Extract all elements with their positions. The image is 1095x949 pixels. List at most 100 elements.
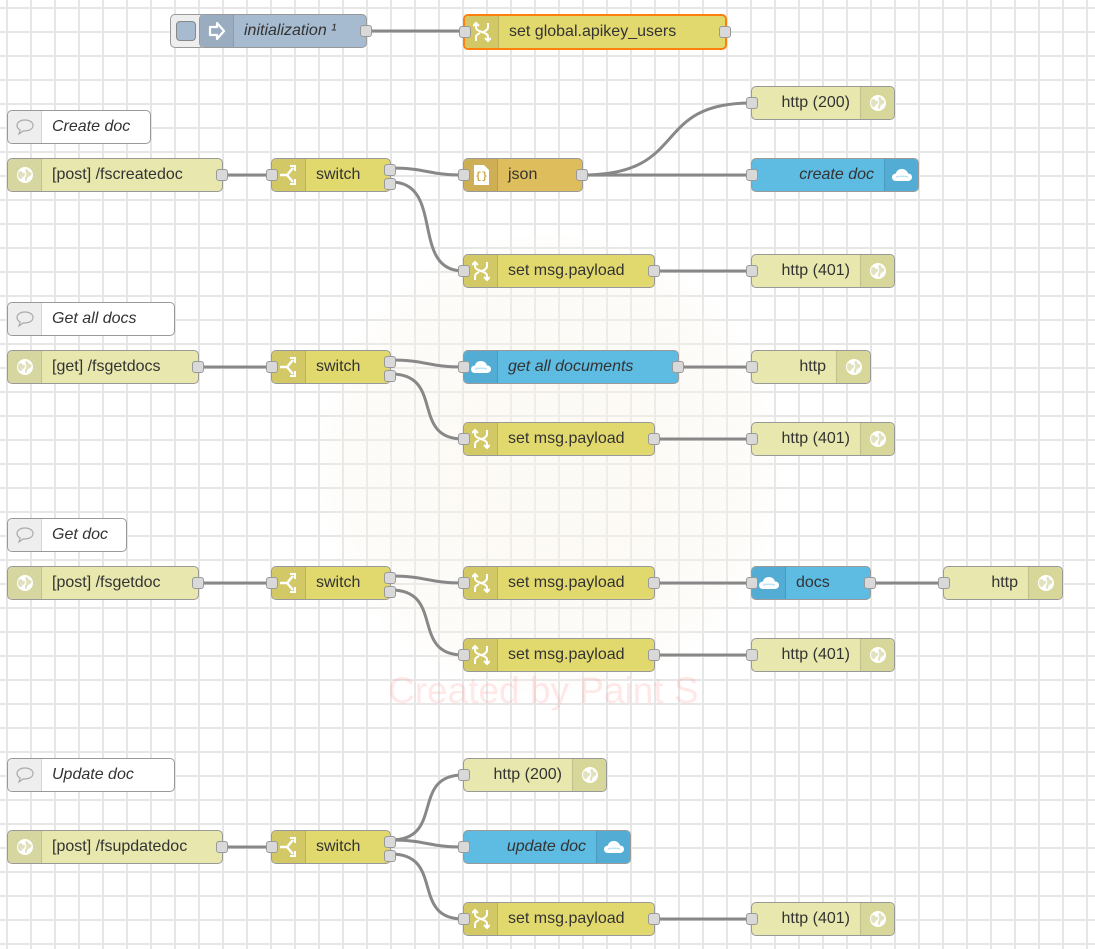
node-firestore-create-doc[interactable]: create doc: [746, 158, 919, 192]
speech-bubble-icon: [8, 519, 42, 551]
input-port[interactable]: [746, 913, 758, 925]
output-port[interactable]: [648, 913, 660, 925]
node-http-in-fsupdatedoc[interactable]: [post] /fsupdatedoc: [7, 830, 228, 864]
node-http-response-401[interactable]: http (401): [746, 254, 895, 288]
input-port[interactable]: [458, 913, 470, 925]
wire[interactable]: [390, 852, 464, 921]
input-port[interactable]: [459, 26, 471, 38]
output-port[interactable]: [216, 169, 228, 181]
node-set-msg-payload[interactable]: set msg.payload: [458, 638, 660, 672]
comment-get-doc[interactable]: Get doc: [7, 518, 127, 552]
node-switch[interactable]: switch: [266, 566, 396, 600]
node-label: [post] /fscreatedoc: [52, 166, 183, 183]
speech-bubble-icon: [8, 303, 42, 335]
input-port[interactable]: [746, 265, 758, 277]
wire[interactable]: [582, 101, 752, 177]
output-port[interactable]: [648, 649, 660, 661]
output-port[interactable]: [719, 26, 731, 38]
node-switch[interactable]: switch: [266, 350, 396, 384]
node-http-response-401[interactable]: http (401): [746, 422, 895, 456]
input-port[interactable]: [458, 649, 470, 661]
node-http-in-fsgetdocs[interactable]: [get] /fsgetdocs: [7, 350, 204, 384]
input-port[interactable]: [458, 841, 470, 853]
node-label: initialization ¹: [244, 22, 337, 39]
node-http-in-fsgetdoc[interactable]: [post] /fsgetdoc: [7, 566, 204, 600]
output-port[interactable]: [192, 577, 204, 589]
node-http-response-200[interactable]: http (200): [458, 758, 607, 792]
node-firestore-update-doc[interactable]: update doc: [458, 830, 631, 864]
node-set-msg-payload[interactable]: set msg.payload: [458, 566, 660, 600]
input-port[interactable]: [746, 169, 758, 181]
output-port[interactable]: [576, 169, 588, 181]
globe-icon: [8, 831, 42, 863]
globe-icon: [860, 87, 894, 119]
node-http-response[interactable]: http: [938, 566, 1063, 600]
output-port-2[interactable]: [384, 586, 396, 598]
speech-bubble-icon: [8, 759, 42, 791]
input-port[interactable]: [746, 361, 758, 373]
node-label: switch: [316, 574, 361, 591]
node-switch[interactable]: switch: [266, 158, 396, 192]
output-port[interactable]: [648, 433, 660, 445]
comment-label: Get all docs: [52, 310, 137, 327]
input-port[interactable]: [746, 577, 758, 589]
output-port[interactable]: [648, 265, 660, 277]
input-port[interactable]: [746, 97, 758, 109]
node-http-in-fscreatedoc[interactable]: [post] /fscreatedoc: [7, 158, 228, 192]
cloud-icon: [596, 831, 630, 863]
output-port-2[interactable]: [384, 850, 396, 862]
comment-update-doc[interactable]: Update doc: [7, 758, 175, 792]
node-http-response-200[interactable]: http (200): [746, 86, 895, 120]
node-label: http (401): [781, 262, 850, 279]
output-port[interactable]: [648, 577, 660, 589]
flow-canvas[interactable]: Created by Paint S initialization ¹ set …: [0, 0, 1095, 949]
output-port-1[interactable]: [384, 164, 396, 176]
input-port[interactable]: [458, 769, 470, 781]
output-port-1[interactable]: [384, 836, 396, 848]
output-port-2[interactable]: [384, 178, 396, 190]
input-port[interactable]: [458, 169, 470, 181]
input-port[interactable]: [266, 169, 278, 181]
node-http-response-401[interactable]: http (401): [746, 902, 895, 936]
output-port-1[interactable]: [384, 572, 396, 584]
node-switch[interactable]: switch: [266, 830, 396, 864]
node-label: set msg.payload: [508, 646, 625, 663]
output-port-1[interactable]: [384, 356, 396, 368]
input-port[interactable]: [458, 433, 470, 445]
output-port[interactable]: [360, 25, 372, 37]
globe-icon: [572, 759, 606, 791]
node-set-msg-payload[interactable]: set msg.payload: [458, 902, 660, 936]
input-port[interactable]: [266, 577, 278, 589]
input-port[interactable]: [938, 577, 950, 589]
input-port[interactable]: [458, 577, 470, 589]
globe-icon: [1028, 567, 1062, 599]
input-port[interactable]: [266, 841, 278, 853]
output-port[interactable]: [672, 361, 684, 373]
output-port[interactable]: [864, 577, 876, 589]
node-label: get all documents: [508, 358, 634, 375]
input-port[interactable]: [746, 649, 758, 661]
wire[interactable]: [390, 838, 464, 849]
input-port[interactable]: [746, 433, 758, 445]
output-port[interactable]: [192, 361, 204, 373]
node-firestore-get-all-documents[interactable]: get all documents: [458, 350, 684, 384]
node-firestore-docs[interactable]: docs: [746, 566, 876, 600]
node-http-response[interactable]: http: [746, 350, 871, 384]
wire[interactable]: [390, 166, 464, 177]
node-initialization[interactable]: initialization ¹: [199, 14, 372, 48]
node-json[interactable]: {} json: [458, 158, 588, 192]
arrow-right-icon: [200, 15, 234, 47]
node-set-global[interactable]: set global.apikey_users: [459, 14, 731, 50]
comment-get-all-docs[interactable]: Get all docs: [7, 302, 175, 336]
output-port[interactable]: [216, 841, 228, 853]
node-http-response-401[interactable]: http (401): [746, 638, 895, 672]
comment-create-doc[interactable]: Create doc: [7, 110, 151, 144]
node-set-msg-payload[interactable]: set msg.payload: [458, 254, 660, 288]
output-port-2[interactable]: [384, 370, 396, 382]
node-label: set msg.payload: [508, 262, 625, 279]
node-set-msg-payload[interactable]: set msg.payload: [458, 422, 660, 456]
input-port[interactable]: [266, 361, 278, 373]
input-port[interactable]: [458, 265, 470, 277]
wire[interactable]: [390, 773, 464, 842]
input-port[interactable]: [458, 361, 470, 373]
